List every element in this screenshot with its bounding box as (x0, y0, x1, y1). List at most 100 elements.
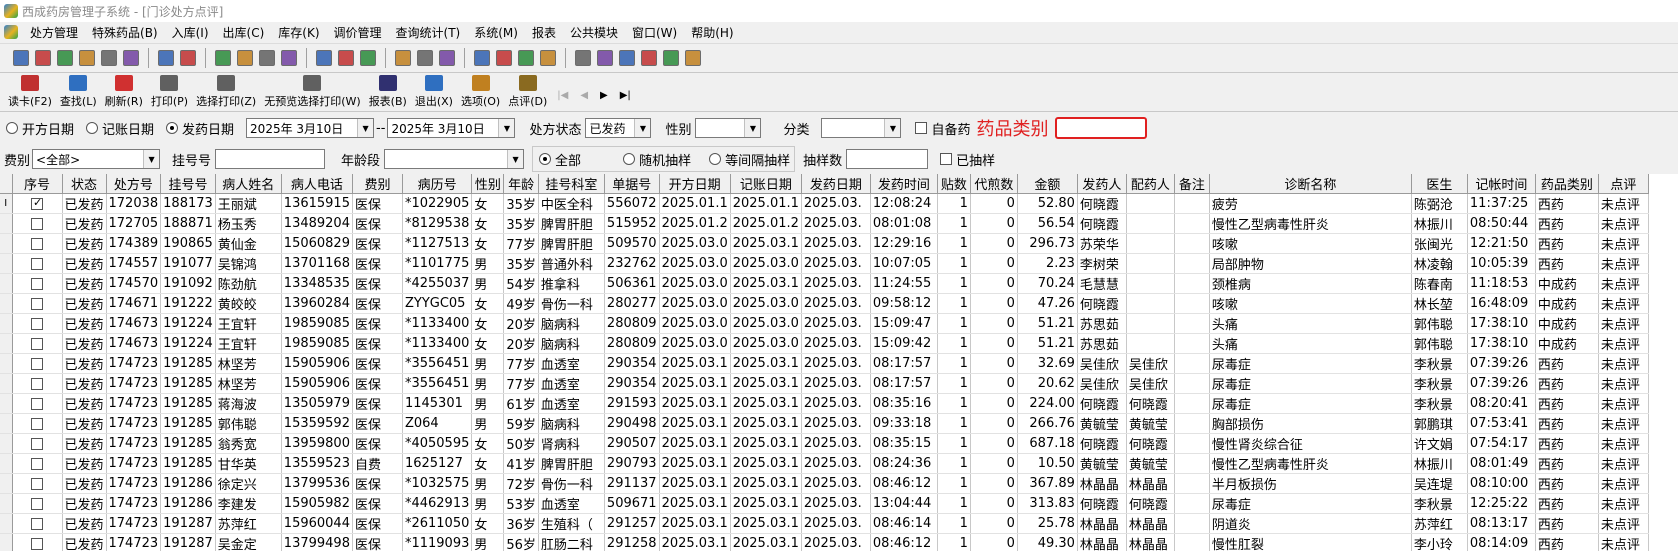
column-header[interactable]: 诊断名称 (1209, 174, 1412, 194)
column-header[interactable]: 药品类别 (1535, 174, 1599, 194)
row-select-cell[interactable] (12, 193, 63, 214)
chevron-down-icon[interactable]: ▼ (357, 119, 374, 137)
table-row[interactable]: 已发药 174557 191077 吴锦鸿 13701168 医保 *1101775 男 35岁… (0, 253, 1649, 274)
gift-icon[interactable] (79, 50, 95, 66)
radio-sample-random[interactable]: 随机抽样 (623, 150, 691, 169)
table-row[interactable]: 已发药 174723 191285 林坚芳 15905906 医保 *3556451 男 77岁… (0, 353, 1649, 374)
action-button-exit-door[interactable]: 退出(X) (411, 75, 457, 111)
column-header[interactable]: 年龄 (503, 174, 539, 194)
column-header[interactable]: 点评 (1598, 174, 1649, 194)
chevron-down-icon[interactable]: ▼ (507, 150, 524, 168)
bottle-icon[interactable] (35, 50, 51, 66)
nav-last-icon[interactable]: ▶| (620, 90, 631, 101)
chevron-down-icon[interactable]: ▼ (634, 119, 651, 137)
row-checkbox-icon[interactable] (31, 417, 43, 430)
row-select-cell[interactable] (12, 213, 63, 234)
row-select-cell[interactable] (12, 433, 63, 454)
menu-price-adjust[interactable]: 调价管理 (328, 24, 390, 41)
thermometer-icon[interactable] (496, 50, 512, 66)
category-select[interactable]: ▼ (821, 118, 902, 138)
globe-icon[interactable] (597, 50, 613, 66)
menu-inventory[interactable]: 库存(K) (272, 24, 327, 41)
row-checkbox-icon[interactable] (31, 397, 43, 410)
action-button-print-no-preview[interactable]: 无预览选择打印(W) (260, 75, 364, 111)
sample-count-input[interactable] (846, 149, 929, 169)
column-header[interactable]: 挂号号 (160, 174, 216, 194)
menu-stock-out[interactable]: 出库(C) (217, 24, 273, 41)
checklist-icon[interactable] (237, 50, 253, 66)
action-button-card-reader[interactable]: 读卡(F2) (4, 75, 56, 111)
row-checkbox-icon[interactable] (31, 477, 43, 490)
column-header[interactable]: 单据号 (604, 174, 660, 194)
action-button-print-select[interactable]: 选择打印(Z) (192, 75, 260, 111)
binoculars-icon[interactable] (101, 50, 117, 66)
row-checkbox-icon[interactable] (31, 297, 43, 310)
column-header[interactable]: 代煎数 (970, 174, 1018, 194)
table-row[interactable]: 已发药 172705 188871 杨玉秀 13489204 医保 *8129538 女 35岁… (0, 213, 1649, 234)
row-select-cell[interactable] (12, 393, 63, 414)
menu-prescription[interactable]: 处方管理 (24, 24, 86, 41)
column-header[interactable]: 发药人 (1077, 174, 1127, 194)
table-row[interactable]: 已发药 174673 191224 王宜轩 19859085 医保 *1133400 女 20岁… (0, 333, 1649, 354)
row-checkbox-icon[interactable] (31, 196, 43, 210)
column-header[interactable]: 发药日期 (801, 174, 871, 194)
row-checkbox-icon[interactable] (31, 357, 43, 370)
calculator-icon[interactable] (316, 50, 332, 66)
row-select-cell[interactable] (12, 273, 63, 294)
window-icon[interactable] (619, 50, 635, 66)
invoice-icon[interactable] (158, 50, 174, 66)
table-row[interactable]: 已发药 174723 191287 吴金定 13799498 医保 *1119093 男 56岁… (0, 533, 1649, 551)
menu-query-stats[interactable]: 查询统计(T) (390, 24, 469, 41)
radio-sample-interval[interactable]: 等间隔抽样 (709, 150, 790, 169)
row-checkbox-icon[interactable] (31, 497, 43, 510)
status-select[interactable]: 已发药 ▼ (585, 118, 652, 138)
row-checkbox-icon[interactable] (31, 337, 43, 350)
sampled-checkbox[interactable]: 已抽样 (940, 150, 995, 169)
table-row[interactable]: 已发药 174723 191285 蒋海波 13505979 医保 1145301 男 61岁血… (0, 393, 1649, 414)
nav-first-icon[interactable]: |◀ (557, 90, 568, 101)
folder-icon[interactable] (180, 50, 196, 66)
row-select-cell[interactable] (12, 533, 63, 551)
nav-next-icon[interactable]: ▶ (600, 90, 608, 101)
table-row[interactable]: 已发药 174389 190865 黄仙金 15060829 医保 *1127513 女 77岁… (0, 233, 1649, 254)
action-button-review[interactable]: 点评(D) (504, 75, 551, 111)
drug-category-input[interactable] (1054, 117, 1147, 139)
mail-icon[interactable] (57, 50, 73, 66)
column-header[interactable]: 处方号 (106, 174, 162, 194)
prescription-icon[interactable] (13, 50, 29, 66)
row-checkbox-icon[interactable] (31, 377, 43, 390)
radio-prescribe-date[interactable]: 开方日期 (6, 119, 74, 138)
row-select-cell[interactable] (12, 353, 63, 374)
menu-system[interactable]: 系统(M) (468, 24, 526, 41)
nav-prev-icon[interactable]: ◀ (580, 90, 588, 101)
row-select-cell[interactable] (12, 493, 63, 514)
tile-icon[interactable] (663, 50, 679, 66)
chart-icon[interactable] (360, 50, 376, 66)
table-row[interactable]: 已发药 174723 191287 苏萍红 15960044 医保 *2611050 女 36岁… (0, 513, 1649, 534)
column-header[interactable]: 挂号科室 (538, 174, 605, 194)
date-to-picker[interactable]: 2025年 3月10日 ▼ (387, 118, 516, 138)
row-checkbox-icon[interactable] (31, 237, 43, 250)
table-row[interactable]: 已发药 174671 191222 黄皎皎 13960284 医保 ZYYGC05 女 49岁骨… (0, 293, 1649, 314)
table-row[interactable]: 已发药 174723 191285 郭伟聪 15359592 医保 Z064 男 59岁 脑病科 2… (0, 413, 1649, 434)
menu-stock-in[interactable]: 入库(I) (166, 24, 217, 41)
radio-sample-all[interactable]: 全部 (539, 150, 581, 169)
column-header[interactable]: 性别 (471, 174, 505, 194)
row-checkbox-icon[interactable] (31, 317, 43, 330)
column-header[interactable]: 费别 (352, 174, 403, 194)
row-select-cell[interactable] (12, 413, 63, 434)
table-row[interactable]: 已发药 174723 191285 翁秀宽 13959800 医保 *4050595 女 50岁… (0, 433, 1649, 454)
row-select-cell[interactable] (12, 293, 63, 314)
chevron-down-icon[interactable]: ▼ (143, 150, 160, 168)
action-button-find[interactable]: 查找(L) (56, 75, 101, 111)
menu-window[interactable]: 窗口(W) (626, 24, 685, 41)
table-row[interactable]: 已发药 174723 191286 徐定兴 13799536 医保 *1032575 男 72岁… (0, 473, 1649, 494)
cascade-icon[interactable] (641, 50, 657, 66)
settings-icon[interactable] (540, 50, 556, 66)
column-header[interactable]: 金额 (1017, 174, 1078, 194)
column-header[interactable]: 病人电话 (281, 174, 353, 194)
row-checkbox-icon[interactable] (31, 537, 43, 550)
transfer-icon[interactable] (417, 50, 433, 66)
search-icon[interactable] (518, 50, 534, 66)
chevron-down-icon[interactable]: ▼ (884, 119, 901, 137)
